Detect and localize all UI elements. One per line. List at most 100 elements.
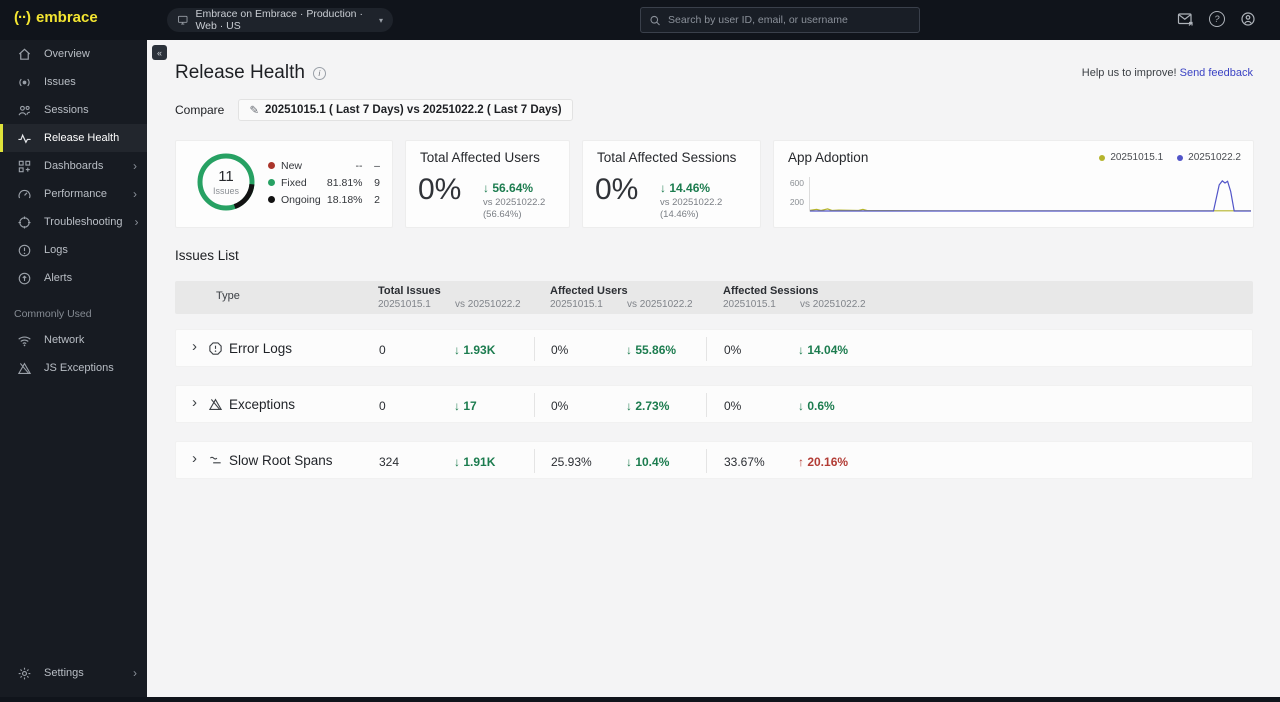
affected-users-delta: ↓ 56.64% xyxy=(483,181,534,195)
table-row-slow-root-spans[interactable]: › Slow Root Spans 324 ↓ 1.91K 25.93% ↓ 1… xyxy=(175,441,1253,479)
issues-summary-card: 11 Issues New -- – Fixed 81.81% 9 Ongoin… xyxy=(175,140,393,228)
affected-sessions-vs: vs 20251022.2 (14.46%) xyxy=(660,197,723,220)
sidebar-item-release-health[interactable]: Release Health xyxy=(0,124,147,152)
sidebar-item-troubleshooting[interactable]: Troubleshooting › xyxy=(0,208,147,236)
pencil-icon: ✎ xyxy=(249,105,259,117)
gear-icon xyxy=(17,666,32,681)
crosshair-icon xyxy=(17,215,32,230)
help-icon[interactable]: ? xyxy=(1209,11,1225,27)
sidebar-item-label: Release Health xyxy=(44,132,120,144)
compare-version-selector[interactable]: ✎ 20251015.1 ( Last 7 Days) vs 20251022.… xyxy=(238,99,573,121)
sidebar-collapse-button[interactable]: « xyxy=(152,45,167,60)
expand-chevron-icon[interactable]: › xyxy=(192,338,197,355)
alert-circle-icon xyxy=(17,243,32,258)
dashboards-grid-icon xyxy=(17,159,32,174)
topbar: (··) embrace Embrace on Embrace · Produc… xyxy=(0,0,1280,40)
spans-icon xyxy=(208,453,223,468)
fixed-dot-icon xyxy=(268,179,275,186)
embrace-logo-icon: (··) xyxy=(14,9,31,26)
users-icon xyxy=(17,103,32,118)
pulse-icon xyxy=(17,131,32,146)
send-feedback-link[interactable]: Send feedback xyxy=(1180,67,1253,79)
sidebar-item-settings[interactable]: Settings › xyxy=(0,659,147,687)
column-total-issues: Total Issues 20251015.1 vs 20251022.2 xyxy=(378,285,521,310)
legend-row-ongoing: Ongoing 18.18% 2 xyxy=(268,191,380,208)
issues-count: 11 xyxy=(218,167,234,185)
table-row-exceptions[interactable]: › Exceptions 0 ↓ 17 0% ↓ 2.73% 0% ↓ 0.6% xyxy=(175,385,1253,423)
compare-value: 20251015.1 ( Last 7 Days) vs 20251022.2 … xyxy=(265,104,562,116)
warning-triangle-icon xyxy=(208,397,223,412)
sidebar-item-label: Sessions xyxy=(44,104,89,116)
legend-row-new: New -- – xyxy=(268,157,380,174)
sidebar-item-label: Alerts xyxy=(44,272,73,284)
card-title: Total Affected Users xyxy=(420,150,540,165)
topbar-actions: ? xyxy=(1177,11,1256,27)
radar-icon xyxy=(17,75,32,90)
page-title: Release Health xyxy=(175,62,305,83)
sidebar-item-logs[interactable]: Logs xyxy=(0,236,147,264)
app-selector[interactable]: Embrace on Embrace · Production · Web · … xyxy=(167,8,393,32)
column-type: Type xyxy=(216,290,240,302)
search-input[interactable] xyxy=(668,14,911,26)
global-search xyxy=(640,7,920,33)
sidebar-item-label: Network xyxy=(44,334,85,346)
sidebar-item-overview[interactable]: Overview xyxy=(0,40,147,68)
sidebar: Overview Issues Sessions Release Health … xyxy=(0,40,147,702)
total-affected-users-card: Total Affected Users 0% ↓ 56.64% vs 2025… xyxy=(405,140,570,228)
app-adoption-card: App Adoption 20251015.1 20251022.2 600 2… xyxy=(773,140,1254,228)
sidebar-item-label: Dashboards xyxy=(44,160,104,172)
monitor-icon xyxy=(177,14,188,26)
sidebar-item-issues[interactable]: Issues xyxy=(0,68,147,96)
ongoing-dot-icon xyxy=(268,196,275,203)
main-content: « Release Health i Help us to improve! S… xyxy=(147,40,1280,697)
issues-legend: New -- – Fixed 81.81% 9 Ongoing 18.18% 2 xyxy=(268,157,380,208)
column-affected-users: Affected Users 20251015.1 vs 20251022.2 xyxy=(550,285,693,310)
table-row-error-logs[interactable]: › Error Logs 0 ↓ 1.93K 0% ↓ 55.86% 0% ↓ … xyxy=(175,329,1253,367)
sidebar-item-label: Issues xyxy=(44,76,76,88)
account-icon[interactable] xyxy=(1240,11,1256,27)
sidebar-item-label: Troubleshooting xyxy=(44,216,123,228)
mail-feedback-icon[interactable] xyxy=(1177,12,1194,27)
total-affected-sessions-card: Total Affected Sessions 0% ↓ 14.46% vs 2… xyxy=(582,140,761,228)
affected-sessions-value: 0% xyxy=(595,173,639,206)
legend-row-fixed: Fixed 81.81% 9 xyxy=(268,174,380,191)
sidebar-item-label: Logs xyxy=(44,244,68,256)
sidebar-item-dashboards[interactable]: Dashboards › xyxy=(0,152,147,180)
chevron-right-icon: › xyxy=(133,666,137,680)
home-icon xyxy=(17,47,32,62)
wifi-icon xyxy=(17,333,32,348)
embrace-logo-text: embrace xyxy=(35,9,98,26)
chevron-right-icon: › xyxy=(134,215,139,229)
sidebar-item-sessions[interactable]: Sessions xyxy=(0,96,147,124)
sidebar-item-js-exceptions[interactable]: JS Exceptions xyxy=(0,354,147,382)
search-icon xyxy=(649,14,661,27)
embrace-logo: (··) embrace xyxy=(14,9,98,26)
gauge-icon xyxy=(17,187,32,202)
affected-sessions-delta: ↓ 14.46% xyxy=(660,181,711,195)
issues-donut-chart: 11 Issues xyxy=(194,150,258,214)
window-bottom-edge xyxy=(0,697,1280,702)
feedback-text: Help us to improve! Send feedback xyxy=(1081,67,1253,79)
issues-list-title: Issues List xyxy=(175,248,239,263)
sidebar-item-label: JS Exceptions xyxy=(44,362,114,374)
sidebar-item-label: Performance xyxy=(44,188,107,200)
info-icon[interactable]: i xyxy=(312,66,326,80)
sidebar-section-label: Commonly Used xyxy=(14,308,92,320)
sidebar-item-network[interactable]: Network xyxy=(0,326,147,354)
expand-chevron-icon[interactable]: › xyxy=(192,450,197,467)
sidebar-item-label: Overview xyxy=(44,48,90,60)
sidebar-item-label: Settings xyxy=(44,667,84,679)
affected-users-vs: vs 20251022.2 (56.64%) xyxy=(483,197,546,220)
affected-users-value: 0% xyxy=(418,173,462,206)
warning-triangle-icon xyxy=(17,361,32,376)
app-adoption-chart xyxy=(809,177,1251,212)
error-octagon-icon xyxy=(208,341,223,356)
expand-chevron-icon[interactable]: › xyxy=(192,394,197,411)
card-title: Total Affected Sessions xyxy=(597,150,737,165)
app-selector-label: Embrace on Embrace · Production · Web · … xyxy=(195,8,363,32)
issues-count-label: Issues xyxy=(212,185,239,196)
sidebar-item-alerts[interactable]: Alerts xyxy=(0,264,147,292)
caret-down-icon: ▾ xyxy=(378,15,383,25)
sidebar-item-performance[interactable]: Performance › xyxy=(0,180,147,208)
chevron-right-icon: › xyxy=(133,187,137,201)
